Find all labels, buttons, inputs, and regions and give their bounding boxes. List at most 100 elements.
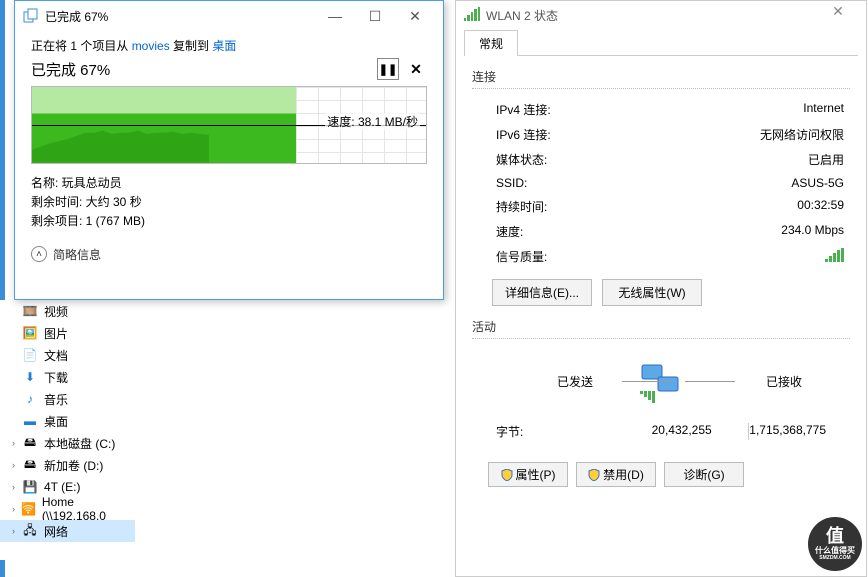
kv-key: 速度: xyxy=(496,223,523,240)
details-button[interactable]: 详细信息(E)... xyxy=(492,279,592,306)
sidebar-item-nethome[interactable]: ›🛜 Home (\\192.168.0 xyxy=(0,498,135,520)
brief-label: 简略信息 xyxy=(53,246,101,263)
recv-label: 已接收 xyxy=(766,373,802,390)
download-icon: ⬇ xyxy=(22,369,38,385)
diagnose-button[interactable]: 诊断(G) xyxy=(664,462,744,487)
hdd-icon: 🖴 xyxy=(22,435,38,451)
sidebar-item-image[interactable]: 🖼️图片 xyxy=(0,322,135,344)
kv-media: 媒体状态:已启用 xyxy=(472,147,850,172)
sidebar-item-label: 文档 xyxy=(44,347,68,364)
sidebar-item-docs[interactable]: 📄文档 xyxy=(0,344,135,366)
sidebar-item-video[interactable]: 🎞️视频 xyxy=(0,300,135,322)
activity-section-header: 活动 xyxy=(472,318,850,339)
sidebar-item-label: 桌面 xyxy=(44,413,68,430)
bytes-row: 字节: 20,432,255 1,715,368,775 xyxy=(472,417,850,446)
explorer-sidebar: 🎞️视频 🖼️图片 📄文档 ⬇下载 ♪音乐 ▬桌面 ›🖴本地磁盘 (C:) ›🖴… xyxy=(0,300,135,560)
sidebar-item-downloads[interactable]: ⬇ 下载 xyxy=(0,366,135,388)
chevron-right-icon[interactable]: › xyxy=(12,504,21,514)
computers-icon xyxy=(638,361,684,403)
dialog-title: 已完成 67% xyxy=(45,8,315,25)
brief-info-toggle[interactable]: ˄ 简略信息 xyxy=(31,246,427,263)
bytes-label: 字节: xyxy=(496,423,599,440)
kv-val: 234.0 Mbps xyxy=(781,223,844,240)
sidebar-item-label: 本地磁盘 (C:) xyxy=(44,435,115,452)
maximize-button[interactable]: ☐ xyxy=(355,3,395,29)
wifi-properties-button[interactable]: 无线属性(W) xyxy=(602,279,702,306)
dialog-titlebar[interactable]: 已完成 67% — ☐ ✕ xyxy=(15,1,443,31)
bytes-recv: 1,715,368,775 xyxy=(749,423,826,440)
items-value: 1 (767 MB) xyxy=(86,214,145,228)
minimize-button[interactable]: — xyxy=(315,3,355,29)
desc-prefix: 正在将 1 个项目从 xyxy=(31,39,132,53)
chevron-right-icon[interactable]: › xyxy=(12,482,22,492)
kv-ipv6: IPv6 连接: 无网络访问权限 xyxy=(472,122,850,147)
dialog-titlebar[interactable]: WLAN 2 状态 ✕ xyxy=(456,1,866,29)
sidebar-item-label: 网络 xyxy=(44,523,68,540)
copy-icon xyxy=(23,8,39,24)
source-link[interactable]: movies xyxy=(132,39,170,53)
wlan-status-dialog: WLAN 2 状态 ✕ 常规 连接 IPv4 连接:Internet IPv6 … xyxy=(455,0,867,577)
btn-label: 属性(P) xyxy=(516,468,556,482)
progress-text: 已完成 67% xyxy=(31,59,110,80)
sidebar-item-network[interactable]: ›🖧 网络 xyxy=(0,520,135,542)
kv-val: 无网络访问权限 xyxy=(760,126,844,143)
bytes-sent: 20,432,255 xyxy=(599,423,712,440)
sidebar-item-label: 下载 xyxy=(44,369,68,386)
tab-bar: 常规 xyxy=(464,29,858,56)
kv-val: 00:32:59 xyxy=(797,198,844,215)
connection-section-header: 连接 xyxy=(472,68,850,89)
shield-icon xyxy=(588,469,600,481)
kv-ipv4: IPv4 连接:Internet xyxy=(472,97,850,122)
separator xyxy=(712,423,750,440)
speed-graph: 速度: 38.1 MB/秒 xyxy=(31,86,427,164)
cancel-button[interactable]: ✕ xyxy=(405,58,427,80)
copy-description: 正在将 1 个项目从 movies 复制到 桌面 xyxy=(31,37,427,54)
music-icon: ♪ xyxy=(22,391,38,407)
kv-key: 信号质量: xyxy=(496,248,547,265)
kv-duration: 持续时间:00:32:59 xyxy=(472,194,850,219)
kv-key: IPv6 连接: xyxy=(496,126,551,143)
kv-key: SSID: xyxy=(496,176,527,190)
btn-label: 禁用(D) xyxy=(603,468,644,482)
tab-general[interactable]: 常规 xyxy=(464,30,518,56)
chevron-right-icon[interactable]: › xyxy=(12,438,22,448)
close-button[interactable]: ✕ xyxy=(818,3,858,27)
remain-value: 大约 30 秒 xyxy=(86,195,142,209)
items-label: 剩余项目: xyxy=(31,214,86,228)
wifi-icon xyxy=(464,7,480,23)
watermark-logo: 值 什么值得买 SMZDM.COM xyxy=(808,517,862,571)
sidebar-item-disk-c[interactable]: ›🖴 本地磁盘 (C:) xyxy=(0,432,135,454)
logo-url: SMZDM.COM xyxy=(819,556,850,562)
activity-diagram: 已发送 已接收 xyxy=(472,347,850,417)
kv-val: 已启用 xyxy=(808,151,844,168)
chevron-right-icon[interactable]: › xyxy=(12,460,22,470)
sidebar-item-label: 图片 xyxy=(44,325,68,342)
speed-label: 速度: 38.1 MB/秒 xyxy=(325,113,420,130)
remain-label: 剩余时间: xyxy=(31,195,86,209)
disable-button[interactable]: 禁用(D) xyxy=(576,462,656,487)
chevron-up-icon: ˄ xyxy=(31,246,47,262)
close-button[interactable]: ✕ xyxy=(395,3,435,29)
sidebar-item-label: 4T (E:) xyxy=(44,480,80,494)
sidebar-item-label: Home (\\192.168.0 xyxy=(42,495,131,523)
shield-icon xyxy=(501,469,513,481)
logo-char: 值 xyxy=(826,527,844,547)
properties-button[interactable]: 属性(P) xyxy=(488,462,568,487)
dialog-title: WLAN 2 状态 xyxy=(486,7,558,24)
ssd-icon: 💾 xyxy=(22,479,38,495)
kv-val: ASUS-5G xyxy=(791,176,844,190)
video-icon: 🎞️ xyxy=(22,303,38,319)
name-label: 名称: xyxy=(31,176,62,190)
chevron-right-icon[interactable]: › xyxy=(12,526,22,536)
kv-val: Internet xyxy=(803,101,844,118)
sidebar-item-label: 音乐 xyxy=(44,391,68,408)
sidebar-item-music[interactable]: ♪ 音乐 xyxy=(0,388,135,410)
sidebar-item-desktop[interactable]: ▬桌面 xyxy=(0,410,135,432)
netdrive-icon: 🛜 xyxy=(21,501,36,517)
kv-speed: 速度: 234.0 Mbps xyxy=(472,219,850,244)
dest-link[interactable]: 桌面 xyxy=(212,39,236,53)
network-icon: 🖧 xyxy=(22,523,38,539)
sidebar-item-disk-d[interactable]: ›🖴新加卷 (D:) xyxy=(0,454,135,476)
pause-button[interactable]: ❚❚ xyxy=(377,58,399,80)
hdd-icon: 🖴 xyxy=(22,457,38,473)
